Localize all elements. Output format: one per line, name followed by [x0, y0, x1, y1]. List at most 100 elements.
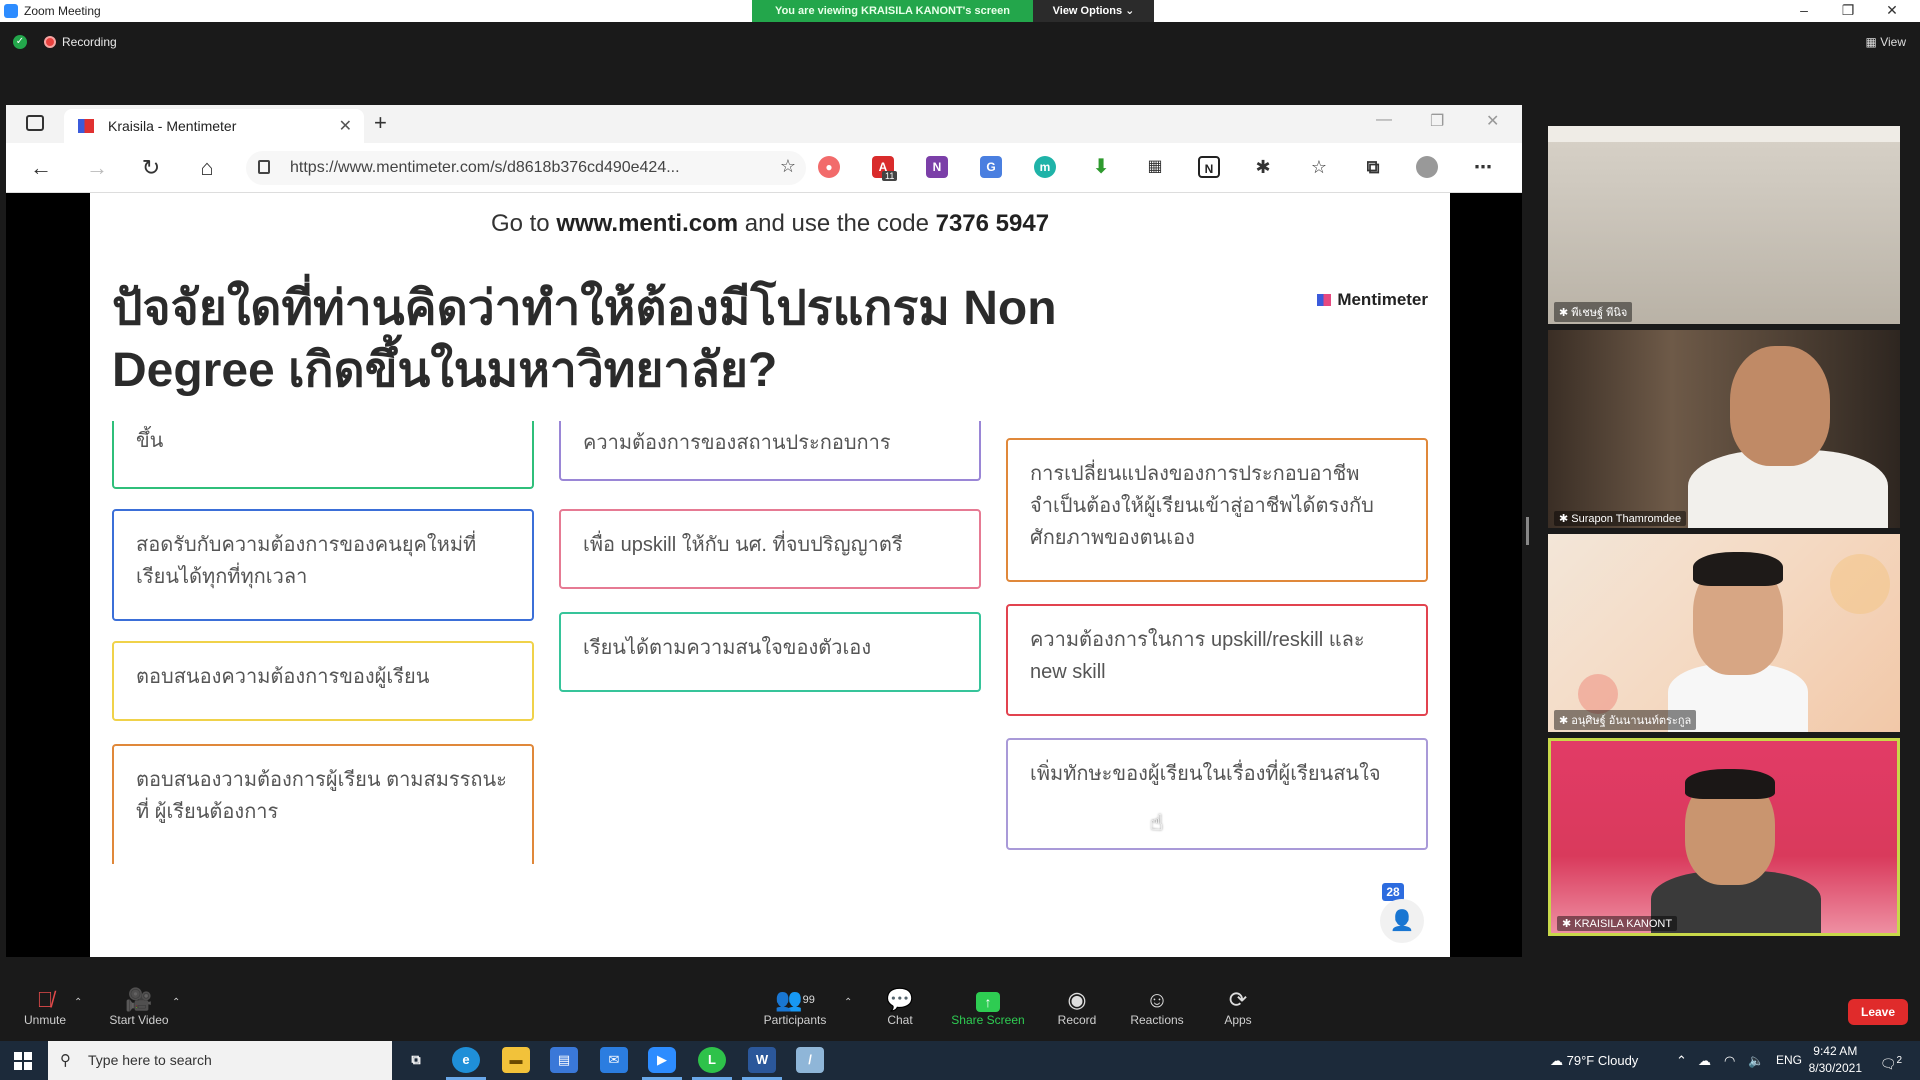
- address-bar[interactable]: https://www.mentimeter.com/s/d8618b376cd…: [246, 151, 806, 185]
- home-icon[interactable]: ⌂: [192, 155, 222, 181]
- browser-restore-icon[interactable]: ❐: [1430, 111, 1444, 131]
- participant-name-text: อนุศิษฐ์ อันนานนท์ตระกูล: [1571, 715, 1692, 727]
- browser-close-icon[interactable]: ✕: [1486, 111, 1499, 131]
- extension-red-icon[interactable]: ●: [818, 156, 840, 178]
- word-icon[interactable]: W: [748, 1047, 776, 1073]
- video-options-caret-icon[interactable]: ⌃: [172, 997, 180, 1008]
- record-button[interactable]: ◉ Record: [1032, 987, 1122, 1027]
- leave-button[interactable]: Leave: [1848, 999, 1908, 1025]
- onenote-icon[interactable]: N: [926, 156, 948, 178]
- language-indicator[interactable]: ENG: [1776, 1041, 1802, 1080]
- response-text: ขึ้น: [136, 430, 164, 452]
- tab-mentimeter[interactable]: Kraisila - Mentimeter ✕: [64, 109, 364, 143]
- add-favorite-icon[interactable]: ☆: [780, 156, 796, 177]
- notes-app-icon[interactable]: /: [796, 1047, 824, 1073]
- panel-resize-handle[interactable]: [1526, 517, 1529, 545]
- response-text: ความต้องการของสถานประกอบการ: [583, 432, 891, 454]
- reactions-button[interactable]: ☺ Reactions: [1112, 987, 1202, 1027]
- collections-icon[interactable]: ⧉: [1362, 156, 1384, 178]
- zoom-taskbar-icon[interactable]: ▶: [648, 1047, 676, 1073]
- apps-button[interactable]: ⟳ Apps: [1193, 987, 1283, 1027]
- edge-icon[interactable]: e: [452, 1047, 480, 1073]
- mentimeter-mark-icon: [1317, 294, 1332, 306]
- taskbar-search[interactable]: ⚲ Type here to search: [48, 1041, 392, 1080]
- close-icon[interactable]: ✕: [1872, 2, 1912, 19]
- hand-cursor-icon: ☝: [1150, 810, 1164, 835]
- profile-icon[interactable]: [1416, 156, 1438, 178]
- minimize-icon[interactable]: –: [1784, 2, 1824, 18]
- video-off-icon: 🎥: [125, 987, 153, 1012]
- participants-caret-icon[interactable]: ⌃: [844, 997, 852, 1008]
- response-text: สอดรับกับความต้องการของคนยุคใหม่ที่เรียน…: [136, 534, 477, 588]
- recording-label: Recording: [62, 35, 117, 49]
- recording-indicator[interactable]: Recording: [44, 35, 117, 49]
- view-options-button[interactable]: View Options ⌄: [1033, 0, 1154, 22]
- task-view-icon[interactable]: ⧉: [402, 1047, 430, 1073]
- video-tile[interactable]: ✱ อนุศิษฐ์ อันนานนท์ตระกูล: [1548, 534, 1900, 732]
- participants-button[interactable]: 👥99 Participants: [750, 987, 840, 1027]
- video-tile[interactable]: ✱ พีเชษฐ์ พีนิจ: [1548, 126, 1900, 324]
- participant-name-text: KRAISILA KANONT: [1574, 918, 1673, 930]
- more-options-icon[interactable]: ⋯: [1472, 156, 1494, 178]
- chat-icon: 💬: [886, 987, 914, 1012]
- forward-icon[interactable]: →: [82, 155, 112, 181]
- video-tile-active-speaker[interactable]: ✱ KRAISILA KANONT: [1548, 738, 1900, 936]
- translate-icon[interactable]: G: [980, 156, 1002, 178]
- back-icon[interactable]: ←: [26, 155, 56, 181]
- store-icon[interactable]: ▤: [550, 1047, 578, 1073]
- line-icon[interactable]: L: [698, 1047, 726, 1073]
- wifi-icon[interactable]: ◠: [1724, 1041, 1735, 1080]
- app-title: Zoom Meeting: [4, 4, 101, 18]
- volume-icon[interactable]: 🔈: [1748, 1041, 1764, 1080]
- mentimeter-logo: Mentimeter: [1317, 290, 1428, 310]
- share-screen-label: Share Screen: [951, 1013, 1025, 1027]
- tray-expand-icon[interactable]: ⌃: [1676, 1041, 1687, 1080]
- weather-text: 79°F Cloudy: [1566, 1053, 1639, 1068]
- view-button[interactable]: ▦ View: [1866, 35, 1906, 49]
- extensions-icon[interactable]: ✱: [1252, 156, 1274, 178]
- windows-taskbar: ⚲ Type here to search ⧉ e ▬ ▤ ✉ ▶ L W / …: [0, 1041, 1920, 1080]
- response-text: ตอบสนองวามต้องการผู้เรียน ตามสมรรถนะที่ …: [136, 769, 507, 823]
- chat-button[interactable]: 💬 Chat: [855, 987, 945, 1027]
- download-arrow-icon[interactable]: ⬇: [1090, 156, 1112, 178]
- shield-icon[interactable]: ✓: [13, 35, 27, 49]
- participant-name: ✱ Surapon Thamromdee: [1554, 511, 1687, 526]
- address-bar-row: ← → ↻ ⌂ https://www.mentimeter.com/s/d86…: [6, 143, 1522, 193]
- weather-widget[interactable]: ☁ 79°F Cloudy: [1550, 1041, 1638, 1080]
- notifications-icon[interactable]: 🗨2: [1880, 1041, 1902, 1080]
- mail-icon[interactable]: ✉: [600, 1047, 628, 1073]
- url-text: https://www.mentimeter.com/s/d8618b376cd…: [290, 159, 680, 176]
- extension-m-icon[interactable]: m: [1034, 156, 1056, 178]
- response-card: ความต้องการในการ upskill/reskill และ new…: [1006, 604, 1428, 716]
- taskbar-clock[interactable]: 9:42 AM 8/30/2021: [1809, 1043, 1862, 1077]
- lock-icon[interactable]: [258, 160, 270, 174]
- onedrive-icon[interactable]: ☁: [1698, 1041, 1711, 1080]
- participant-name: ✱ KRAISILA KANONT: [1557, 916, 1678, 931]
- bg-circle: [1830, 554, 1890, 614]
- response-text: เพิ่มทักษะของผู้เรียนในเรื่องที่ผู้เรียน…: [1030, 763, 1381, 785]
- start-video-button[interactable]: 🎥 Start Video: [94, 987, 184, 1027]
- response-text: ความต้องการในการ upskill/reskill และ new…: [1030, 629, 1365, 683]
- notion-icon[interactable]: N: [1198, 156, 1220, 178]
- qr-code-icon[interactable]: ▦: [1144, 156, 1166, 178]
- share-screen-button[interactable]: ↑ Share Screen: [943, 987, 1033, 1027]
- window-title: Zoom Meeting: [24, 4, 101, 18]
- favorites-icon[interactable]: ☆: [1308, 156, 1330, 178]
- response-card: เรียนได้ตามความสนใจของตัวเอง: [559, 612, 981, 692]
- new-tab-icon[interactable]: +: [374, 110, 387, 136]
- windows-start-icon[interactable]: [14, 1052, 32, 1070]
- ceiling: [1548, 126, 1900, 142]
- video-tile[interactable]: ✱ Surapon Thamromdee: [1548, 330, 1900, 528]
- tab-close-icon[interactable]: ✕: [339, 116, 352, 136]
- file-explorer-icon[interactable]: ▬: [502, 1047, 530, 1073]
- person-icon[interactable]: 👤: [1380, 899, 1424, 943]
- restore-icon[interactable]: ❐: [1828, 2, 1868, 19]
- goto-prefix: Go to: [490, 210, 557, 237]
- participants-icon: 👥99: [775, 987, 815, 1012]
- audio-options-caret-icon[interactable]: ⌃: [74, 997, 82, 1008]
- participants-label: Participants: [763, 1013, 827, 1027]
- question-title: ปัจจัยใดที่ท่านคิดว่าทำให้ต้องมีโปรแกรม …: [112, 282, 1057, 397]
- tab-actions-icon[interactable]: [26, 115, 44, 131]
- browser-minimize-icon[interactable]: —: [1376, 111, 1392, 129]
- refresh-icon[interactable]: ↻: [136, 155, 166, 181]
